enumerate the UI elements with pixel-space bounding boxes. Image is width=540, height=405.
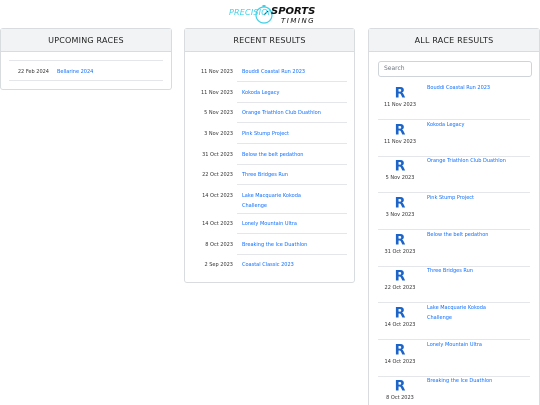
svg-text:R: R <box>395 269 406 283</box>
race-logo-icon: R <box>395 379 406 393</box>
svg-text:R: R <box>395 159 406 173</box>
race-link[interactable]: Pink Stump Project <box>427 193 533 203</box>
race-logo-icon: R <box>395 343 406 357</box>
upcoming-races-title: UPCOMING RACES <box>1 29 171 52</box>
divider <box>237 213 347 214</box>
race-link[interactable]: Bellarine 2024 <box>57 68 167 76</box>
race-link[interactable]: Kokoda Legacy <box>242 89 348 97</box>
race-link[interactable]: Three Bridges Run <box>242 171 348 179</box>
race-date: 11 Nov 2023 <box>383 102 417 108</box>
race-logo-icon: R <box>395 196 406 210</box>
svg-text:R: R <box>395 306 406 320</box>
race-link[interactable]: Kokoda Legacy <box>427 120 533 130</box>
divider <box>237 184 347 185</box>
race-link[interactable]: Orange Triathlon Club Duathlon <box>242 109 348 117</box>
divider <box>237 81 347 82</box>
race-logo-icon: R <box>395 123 406 137</box>
svg-text:R: R <box>395 343 406 357</box>
svg-text:R: R <box>395 123 406 137</box>
race-date: 14 Oct 2023 <box>202 193 233 199</box>
list-item[interactable]: R 31 Oct 2023 Below the belt pedathon <box>369 230 540 267</box>
list-item[interactable]: R 14 Oct 2023 Lonely Mountain Ultra <box>369 340 540 377</box>
list-item[interactable]: R 11 Nov 2023 Bouddi Coastal Run 2023 <box>369 83 540 120</box>
race-link[interactable]: Coastal Classic 2023 <box>242 261 348 269</box>
race-link[interactable]: Below the belt pedathon <box>427 230 533 240</box>
list-item[interactable]: R 22 Oct 2023 Three Bridges Run <box>369 266 540 303</box>
race-date: 11 Nov 2023 <box>200 90 233 96</box>
svg-text:R: R <box>395 86 406 100</box>
race-link[interactable]: Below the belt pedathon <box>242 151 348 159</box>
divider <box>237 164 347 165</box>
race-date: 31 Oct 2023 <box>384 249 416 255</box>
all-race-results-title: ALL RACE RESULTS <box>369 29 539 52</box>
race-link[interactable]: Lake Macquarie Kokoda Challenge <box>242 191 348 211</box>
race-date: 14 Oct 2023 <box>202 221 233 227</box>
recent-results-card: RECENT RESULTS 11 Nov 2023 Bouddi Coasta… <box>184 28 355 283</box>
brand-logo[interactable]: PRECISION SPORTS TIMING <box>226 4 316 26</box>
race-link[interactable]: Three Bridges Run <box>427 266 533 276</box>
logo-word-sports: SPORTS <box>271 6 316 17</box>
list-item[interactable]: R 3 Nov 2023 Pink Stump Project <box>369 193 540 230</box>
divider <box>9 60 163 61</box>
race-date: 8 Oct 2023 <box>386 395 414 401</box>
recent-results-title: RECENT RESULTS <box>185 29 354 52</box>
logo-word-precision: PRECISION <box>229 8 274 17</box>
list-item[interactable]: R 5 Nov 2023 Orange Triathlon Club Duath… <box>369 156 540 193</box>
race-logo-icon: R <box>395 159 406 173</box>
race-date: 5 Nov 2023 <box>204 110 233 116</box>
svg-text:R: R <box>395 196 406 210</box>
svg-text:R: R <box>395 379 406 393</box>
race-date: 5 Nov 2023 <box>385 175 415 181</box>
race-date: 8 Oct 2023 <box>205 242 233 248</box>
race-link[interactable]: Lake Macquarie Kokoda Challenge <box>427 303 533 323</box>
race-logo-icon: R <box>395 233 406 247</box>
race-date: 14 Oct 2023 <box>384 359 416 365</box>
race-date: 11 Nov 2023 <box>200 69 233 75</box>
race-logo-icon: R <box>395 86 406 100</box>
list-item[interactable]: R 11 Nov 2023 Kokoda Legacy <box>369 120 540 157</box>
race-link-line2: Challenge <box>427 315 452 321</box>
race-link-line1: Lake Macquarie Kokoda <box>242 193 301 199</box>
race-link[interactable]: Breaking the Ice Duathlon <box>242 241 348 249</box>
logo-word-timing: TIMING <box>281 17 316 25</box>
race-link[interactable]: Lonely Mountain Ultra <box>427 340 533 350</box>
divider <box>237 143 347 144</box>
race-logo-icon: R <box>395 269 406 283</box>
race-link-line2: Challenge <box>242 203 267 209</box>
all-race-results-card: ALL RACE RESULTS Search R 11 Nov 2023 Bo… <box>368 28 540 405</box>
list-item[interactable]: R 14 Oct 2023 Lake Macquarie Kokoda Chal… <box>369 303 540 340</box>
divider <box>237 233 347 234</box>
race-date: 31 Oct 2023 <box>202 152 233 158</box>
divider <box>237 254 347 255</box>
race-link[interactable]: Pink Stump Project <box>242 130 348 138</box>
divider <box>9 80 163 81</box>
race-link[interactable]: Lonely Mountain Ultra <box>242 220 348 228</box>
race-date: 22 Oct 2023 <box>384 285 416 291</box>
race-date: 2 Sep 2023 <box>204 262 233 268</box>
race-date: 3 Nov 2023 <box>385 212 415 218</box>
race-link[interactable]: Breaking the Ice Duathlon <box>427 376 533 386</box>
race-date: 3 Nov 2023 <box>204 131 233 137</box>
divider <box>237 102 347 103</box>
race-logo-icon: R <box>395 306 406 320</box>
race-link-line1: Lake Macquarie Kokoda <box>427 305 486 311</box>
divider <box>237 122 347 123</box>
race-date: 22 Oct 2023 <box>202 172 233 178</box>
race-link[interactable]: Bouddi Coastal Run 2023 <box>427 83 533 93</box>
list-item[interactable]: R 8 Oct 2023 Breaking the Ice Duathlon <box>369 376 540 405</box>
race-date: 22 Feb 2024 <box>17 69 49 75</box>
race-link[interactable]: Orange Triathlon Club Duathlon <box>427 156 533 166</box>
upcoming-races-card: UPCOMING RACES 22 Feb 2024 Bellarine 202… <box>0 28 172 90</box>
race-date: 14 Oct 2023 <box>384 322 416 328</box>
search-input[interactable]: Search <box>378 61 532 77</box>
race-date: 11 Nov 2023 <box>383 139 417 145</box>
svg-text:R: R <box>395 233 406 247</box>
race-link[interactable]: Bouddi Coastal Run 2023 <box>242 68 348 76</box>
